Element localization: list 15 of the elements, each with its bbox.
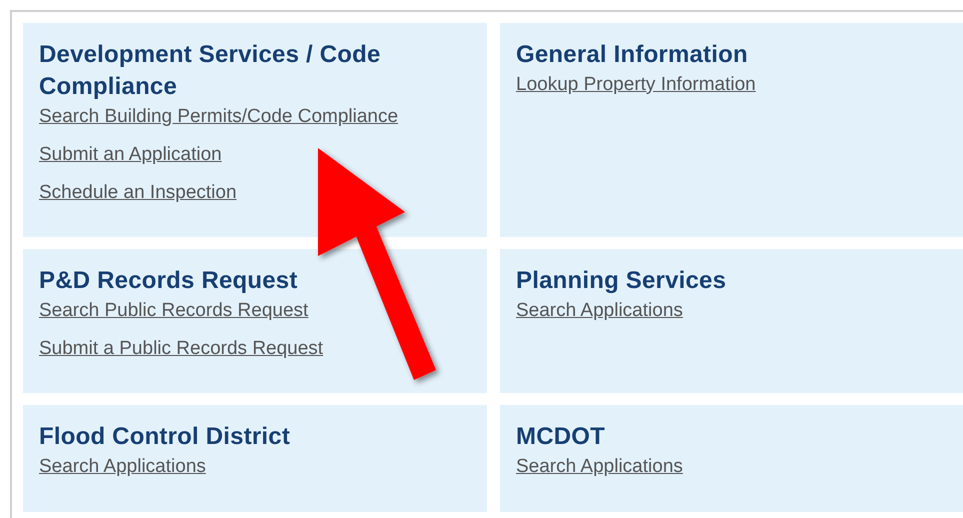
card-title: Flood Control District	[39, 422, 292, 452]
card-title: P&D Records Request	[39, 266, 299, 296]
card-title: General Information	[516, 40, 749, 70]
link[interactable]: Search Applications	[39, 457, 206, 477]
link[interactable]: Submit an Application	[39, 145, 222, 165]
link[interactable]: Search Building Permits/Code Compliance	[39, 107, 398, 127]
link[interactable]: Search Applications	[516, 457, 683, 477]
link[interactable]: Lookup Property Information	[516, 75, 756, 95]
link[interactable]: Submit a Public Records Request	[39, 339, 324, 359]
link[interactable]: Schedule an Inspection	[39, 183, 237, 203]
card-title: Planning Services	[516, 266, 728, 296]
link[interactable]: Search Public Records Request	[39, 301, 308, 321]
link[interactable]: Search Applications	[516, 301, 683, 321]
card-title: Development Services / Code Compliance	[39, 40, 382, 102]
card-title: MCDOT	[516, 422, 606, 452]
